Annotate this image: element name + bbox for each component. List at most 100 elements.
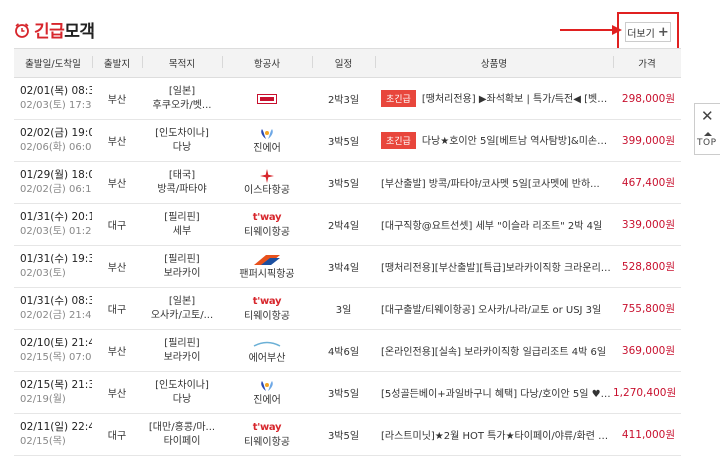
airline-name: 에어부산 — [248, 352, 286, 364]
page-title: 긴급모객 — [34, 22, 95, 42]
destination-city: 타이페이 — [163, 435, 201, 447]
product-cell[interactable]: [대구직항@요트선셋] 세부 "이슬라 리조트" 2박 4일 — [375, 203, 613, 246]
product-title[interactable]: 다낭★호이안 5일[베트남 역사탐방]&미손유적지 — [422, 136, 613, 147]
product-title[interactable]: [라스트미닛]★2월 HOT 특가★타이페이/야류/화련 3박... — [381, 431, 613, 442]
destination-region: [인도차이나] — [155, 379, 209, 391]
product-cell[interactable]: [땡처리전용][부산출발][특급]보라카이직항 크라운리젠... — [375, 245, 613, 288]
destination-cell: [태국] 방콕/파타야 — [142, 161, 222, 204]
urgent-badge: 초긴급 — [381, 90, 416, 108]
destination-city: 세부 — [172, 225, 192, 237]
date-cell: 01/29(월) 18:05 02/02(금) 06:10 — [14, 161, 92, 204]
price-cell: 399,000원 — [613, 119, 681, 162]
destination-cell: [필리핀] 보라카이 — [142, 329, 222, 372]
departure-datetime: 01/31(수) 08:35 — [20, 295, 92, 307]
arrival-datetime: 02/03(토) — [20, 268, 66, 279]
airline-name: 진에어 — [253, 394, 281, 406]
table-row[interactable]: 02/15(목) 21:35 02/19(월) 부산 [인도차이나] 다낭 진에어 3박5일… — [14, 371, 681, 414]
origin-cell: 부산 — [92, 371, 142, 414]
more-button[interactable]: 더보기 + — [625, 22, 671, 42]
destination-cell: [일본] 오사카/고토/... — [142, 287, 222, 330]
urgent-badge: 초긴급 — [381, 132, 416, 150]
date-cell: 02/11(일) 22:40 02/15(목) — [14, 413, 92, 456]
price-cell: 528,800원 — [613, 245, 681, 288]
departure-datetime: 01/29(월) 18:05 — [20, 169, 92, 181]
airline-cell: 이스타항공 — [222, 161, 312, 204]
destination-region: [태국] — [168, 169, 196, 181]
col-date: 출발일/도착일 — [14, 48, 92, 78]
departure-datetime: 01/31(수) 20:10 — [20, 211, 92, 223]
schedule-cell: 2박4일 — [312, 203, 375, 246]
eastar-logo-icon — [260, 168, 274, 183]
table-row[interactable]: 01/29(월) 18:05 02/02(금) 06:10부산 [태국] 방콕/파타야… — [14, 161, 681, 204]
date-cell: 02/15(목) 21:35 02/19(월) — [14, 371, 92, 414]
product-title[interactable]: [5성골든베이+과일바구니 혜택] 다낭/호이안 5일 ♥1일... — [381, 389, 613, 400]
jinair-logo-icon — [261, 128, 273, 139]
date-cell: 01/31(수) 20:10 02/03(토) 01:20 — [14, 203, 92, 246]
destination-city: 오사카/고토/... — [150, 309, 214, 321]
top-button[interactable]: TOP — [697, 138, 717, 148]
arrival-datetime: 02/02(금) 06:10 — [20, 184, 92, 195]
tway-logo: t'way — [252, 212, 282, 223]
plus-icon: + — [657, 24, 669, 40]
airline-name: 티웨이항공 — [244, 226, 290, 238]
table-row[interactable]: 02/11(일) 22:40 02/15(목) 대구 [대만/홍콩/마... 타이페이 t… — [14, 413, 681, 456]
airline-name: 티웨이항공 — [244, 310, 290, 322]
arrival-datetime: 02/03(토) 01:20 — [20, 226, 92, 237]
airline-cell: 에어부산 — [222, 329, 312, 372]
airline-name: 이스타항공 — [244, 184, 290, 196]
product-cell[interactable]: 초긴급 [땡처리전용] ▶좌석확보 | 특가/득전◀ [벳디... — [375, 77, 613, 120]
table-row[interactable]: 02/02(금) 19:00 02/06(화) 06:05부산 [인도차이나] 다낭 진… — [14, 119, 681, 162]
departure-datetime: 01/31(수) 19:30 — [20, 253, 92, 265]
airline-cell: 팬퍼시픽항공 — [222, 245, 312, 288]
departure-datetime: 02/15(목) 21:35 — [20, 379, 92, 391]
destination-cell: [필리핀] 보라카이 — [142, 245, 222, 288]
price-cell: 411,000원 — [613, 413, 681, 456]
airbusan-logo-icon — [253, 341, 281, 347]
table-row[interactable]: 02/10(토) 21:45 02/15(목) 07:00부산 [필리핀] 보라카이 에… — [14, 329, 681, 372]
airline-cell: t'way 티웨이항공 — [222, 413, 312, 456]
destination-city: 다낭 — [172, 141, 192, 153]
product-title[interactable]: [온라인전용][실속] 보라카이직항 일급리조트 4박 6일 — [381, 347, 606, 358]
schedule-cell: 3박5일 — [312, 161, 375, 204]
table-row[interactable]: 01/31(수) 19:30 02/03(토) 부산 [필리핀] 보라카이 팬퍼시픽항공 3… — [14, 245, 681, 288]
airline-name: 팬퍼시픽항공 — [239, 268, 295, 280]
date-cell: 01/31(수) 19:30 02/03(토) — [14, 245, 92, 288]
destination-region: [대만/홍콩/마... — [148, 421, 216, 433]
departure-datetime: 02/02(금) 19:00 — [20, 127, 92, 139]
schedule-cell: 4박6일 — [312, 329, 375, 372]
airline-cell: 진에어 — [222, 371, 312, 414]
origin-cell: 부산 — [92, 119, 142, 162]
product-cell[interactable]: 초긴급 다낭★호이안 5일[베트남 역사탐방]&미손유적지 — [375, 119, 613, 162]
arrival-datetime: 02/03(토) 17:35 — [20, 100, 92, 111]
origin-cell: 부산 — [92, 77, 142, 120]
departure-datetime: 02/01(목) 08:30 — [20, 85, 92, 97]
product-cell[interactable]: [라스트미닛]★2월 HOT 특가★타이페이/야류/화련 3박... — [375, 413, 613, 456]
up-arrow-icon — [704, 132, 712, 136]
section-header: 긴급모객 더보기 + — [0, 0, 720, 52]
close-icon[interactable]: ✕ — [701, 107, 714, 125]
destination-region: [인도차이나] — [155, 127, 209, 139]
airline-cell — [222, 77, 312, 120]
product-cell[interactable]: [대구출발/티웨이항공] 오사카/나라/교토 or USJ 3일 — [375, 287, 613, 330]
product-title[interactable]: [땡처리전용][부산출발][특급]보라카이직항 크라운리젠... — [381, 263, 613, 274]
destination-city: 후쿠오카/벳... — [152, 99, 212, 111]
price-cell: 755,800원 — [613, 287, 681, 330]
product-cell[interactable]: [온라인전용][실속] 보라카이직항 일급리조트 4박 6일 — [375, 329, 613, 372]
tway-logo: t'way — [252, 296, 282, 307]
table-row[interactable]: 01/31(수) 08:35 02/02(금) 21:40대구 [일본] 오사카/고토… — [14, 287, 681, 330]
tour-table: 출발일/도착일 출발지 목적지 항공사 일정 상품명 가격 02/01(목) 0… — [14, 48, 681, 456]
destination-city: 보라카이 — [163, 351, 201, 363]
product-title[interactable]: [땡처리전용] ▶좌석확보 | 특가/득전◀ [벳디... — [422, 94, 613, 105]
product-title[interactable]: [부산출발] 방콕/파타야/코사멧 5일[코사멧에 반하... — [381, 179, 600, 190]
destination-region: [필리핀] — [164, 211, 200, 223]
origin-cell: 대구 — [92, 413, 142, 456]
table-row[interactable]: 02/01(목) 08:30 02/03(토) 17:35부산 [일본] 후쿠오카/벳… — [14, 77, 681, 120]
product-title[interactable]: [대구직항@요트선셋] 세부 "이슬라 리조트" 2박 4일 — [381, 221, 602, 232]
date-cell: 02/01(목) 08:30 02/03(토) 17:35 — [14, 77, 92, 120]
destination-cell: [일본] 후쿠오카/벳... — [142, 77, 222, 120]
table-row[interactable]: 01/31(수) 20:10 02/03(토) 01:20대구 [필리핀] 세부 t'w… — [14, 203, 681, 246]
col-product: 상품명 — [375, 48, 613, 78]
product-cell[interactable]: [5성골든베이+과일바구니 혜택] 다낭/호이안 5일 ♥1일... — [375, 371, 613, 414]
product-title[interactable]: [대구출발/티웨이항공] 오사카/나라/교토 or USJ 3일 — [381, 305, 601, 316]
product-cell[interactable]: [부산출발] 방콕/파타야/코사멧 5일[코사멧에 반하... — [375, 161, 613, 204]
